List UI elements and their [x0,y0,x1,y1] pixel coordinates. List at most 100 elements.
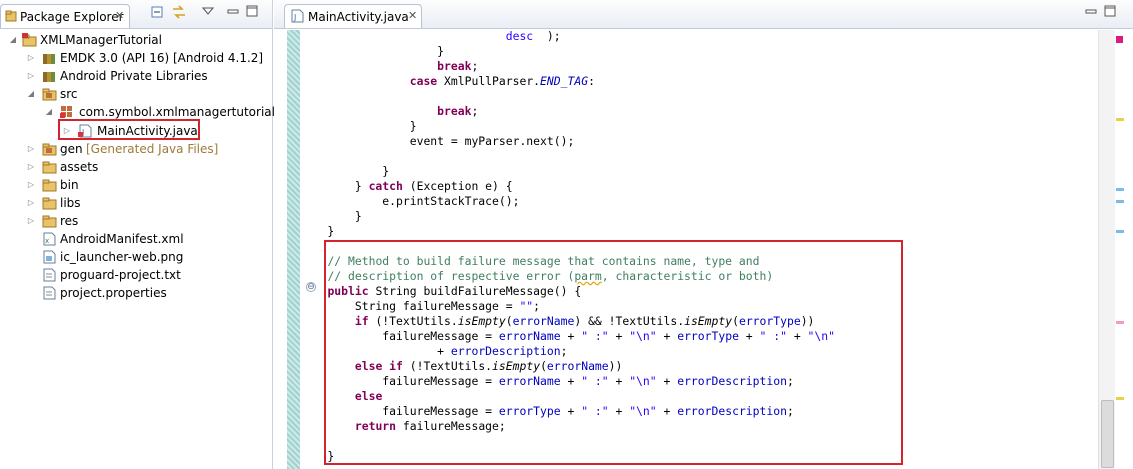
warning-marker[interactable] [1116,118,1124,121]
tree-item[interactable]: ◢ XMLManagerTutorial [0,31,270,49]
tree-item-label: bin [60,177,79,192]
tree-item[interactable]: ▷ bin [0,176,270,194]
code-token: } [300,224,335,238]
tab-package-explorer[interactable]: Package Explorer ✕ [0,4,130,28]
code-token: event = myParser.next(); [300,134,575,148]
tree-item[interactable]: ▷ assets [0,158,270,176]
tree-item[interactable]: project.properties [0,284,270,302]
tree-item-label: EMDK 3.0 (API 16) [Android 4.1.2] [60,51,264,66]
highlight-box-buildfailuremessage [324,240,903,465]
project-icon [22,33,37,47]
code-token: ); [533,29,561,43]
expanded-arrow-icon[interactable]: ◢ [8,31,18,49]
source-folder-icon [42,142,57,156]
occurrence-marker[interactable] [1116,200,1124,203]
text-file-icon [42,268,57,282]
occurrence-marker[interactable] [1116,188,1124,191]
xml-file-icon: x [42,232,57,246]
image-file-icon [42,250,57,264]
tree-item-label: res [60,214,79,228]
code-line[interactable]: break; [300,104,478,119]
code-token: case [409,74,438,88]
tree-item[interactable]: ▷ libs [0,194,270,212]
code-line[interactable]: break; [300,59,478,74]
code-token: : [588,74,595,88]
maximize-icon[interactable] [244,5,260,21]
code-line[interactable]: } [300,119,417,134]
tree-item[interactable]: x AndroidManifest.xml [0,230,270,248]
maximize-icon[interactable] [1102,5,1118,21]
collapsed-arrow-icon[interactable]: ▷ [26,194,36,212]
tree-item-label: src [60,87,78,102]
link-with-editor-icon[interactable] [171,5,187,21]
tree-item[interactable]: ▷ Android Private Libraries [0,67,270,85]
close-icon[interactable]: ✕ [115,9,124,22]
collapsed-arrow-icon[interactable]: ▷ [26,140,36,158]
editor-left-ruler [274,30,287,469]
tab-mainactivity-java[interactable]: J MainActivity.java ✕ [284,4,422,28]
editor-tabbar: J MainActivity.java ✕ [274,0,1133,29]
tree-item-label: gen [60,141,83,156]
library-icon [42,51,57,65]
code-token: } [300,179,369,193]
collapsed-arrow-icon[interactable]: ▷ [26,67,36,85]
expanded-arrow-icon[interactable]: ◢ [44,103,54,121]
tree-item[interactable]: ▷ res [0,212,270,230]
code-token: ; [471,59,479,73]
view-menu-icon[interactable] [200,5,216,21]
package-explorer-icon [5,10,17,22]
code-token: } [300,119,417,133]
warning-marker[interactable] [1116,397,1124,400]
tree-item[interactable]: ▷ gen [Generated Java Files] [0,140,270,158]
tree-item[interactable]: ▷ EMDK 3.0 (API 16) [Android 4.1.2] [0,49,270,67]
code-line[interactable]: } [300,164,389,179]
code-line[interactable]: desc ); [300,29,561,44]
code-token: ; [471,104,479,118]
tree-item-hint: [Generated Java Files] [86,141,219,156]
code-token: e.printStackTrace(); [300,194,520,208]
tree-item[interactable]: proguard-project.txt [0,266,270,284]
fold-toggle-icon[interactable]: ⊖ [306,282,316,292]
collapsed-arrow-icon[interactable]: ▷ [26,176,36,194]
folder-icon [42,214,57,228]
library-icon [42,69,57,83]
code-line[interactable]: e.printStackTrace(); [300,194,519,209]
tree-item[interactable]: ◢ src [0,85,270,103]
code-token: XmlPullParser. [437,74,541,88]
tab-mainactivity-label: MainActivity.java [308,10,409,24]
code-line[interactable]: case XmlPullParser.END_TAG: [300,74,595,89]
code-line[interactable]: } catch (Exception e) { [300,179,513,194]
search-marker[interactable] [1116,321,1124,324]
error-marker-icon[interactable] [1116,36,1123,43]
folder-icon [42,178,57,192]
code-token: break [437,59,472,73]
java-file-icon: J [291,9,304,23]
tree-item-label: XMLManagerTutorial [40,33,162,47]
collapsed-arrow-icon[interactable]: ▷ [26,49,36,67]
collapse-all-icon[interactable] [149,5,165,21]
overview-ruler[interactable] [1115,30,1133,469]
code-token: (Exception e) { [402,179,513,193]
occurrence-marker[interactable] [1116,230,1124,233]
code-token: END_TAG [540,74,589,88]
code-line[interactable]: } [300,209,362,224]
code-line[interactable]: } [300,44,444,59]
scrollbar-thumb[interactable] [1101,400,1114,468]
svg-text:J: J [293,13,296,22]
minimize-icon[interactable] [225,5,241,21]
minimize-icon[interactable] [1083,5,1099,21]
code-line[interactable]: } [300,224,334,239]
code-token: } [300,164,390,178]
code-line[interactable]: event = myParser.next(); [300,134,575,149]
collapsed-arrow-icon[interactable]: ▷ [26,212,36,230]
package-icon [60,105,75,119]
close-icon[interactable]: ✕ [408,9,417,22]
tree-item[interactable]: ic_launcher-web.png [0,248,270,266]
text-file-icon [42,286,57,300]
expanded-arrow-icon[interactable]: ◢ [26,85,36,103]
tree-item-label: project.properties [60,286,167,301]
collapsed-arrow-icon[interactable]: ▷ [26,158,36,176]
